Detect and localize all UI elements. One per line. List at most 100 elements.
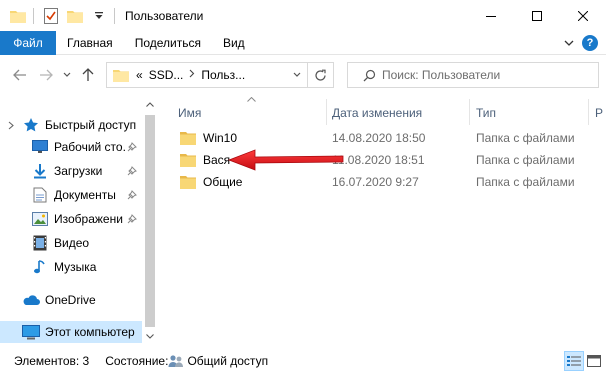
file-name-cell: Win10 [180, 127, 237, 149]
column-divider[interactable] [326, 99, 327, 125]
nav-item-label: Загрузки [54, 164, 103, 178]
search-box[interactable] [347, 62, 599, 88]
music-icon [31, 258, 49, 276]
maximize-button[interactable] [514, 0, 560, 31]
folder-icon[interactable] [7, 5, 29, 27]
file-type: Папка с файлами [476, 131, 575, 145]
table-row[interactable]: Win10 14.08.2020 18:50 Папка с файлами [164, 127, 606, 149]
up-button[interactable] [76, 62, 100, 88]
pin-icon[interactable] [126, 141, 138, 153]
status-state: Состояние: Общий доступ [105, 354, 268, 368]
toolbar-divider [33, 7, 34, 24]
column-divider[interactable] [588, 99, 589, 125]
nav-item-music[interactable]: Музыка [31, 256, 96, 278]
column-header-name[interactable]: Имя [178, 103, 201, 123]
folder-icon [180, 154, 196, 167]
tab-view[interactable]: Вид [212, 31, 256, 55]
scroll-down-icon[interactable] [142, 329, 158, 343]
nav-item-desktop[interactable]: Рабочий сто. [31, 136, 126, 158]
video-icon [31, 234, 49, 252]
state-value: Общий доступ [187, 354, 269, 368]
nav-item-label: Рабочий сто. [54, 140, 126, 154]
recent-locations-button[interactable] [60, 62, 74, 88]
state-label: Состояние: [105, 354, 169, 368]
nav-item-label: Быстрый доступ [45, 118, 137, 132]
search-input[interactable] [382, 68, 582, 82]
documents-icon [31, 186, 49, 204]
file-date: 11.08.2020 18:51 [332, 153, 425, 167]
back-button[interactable] [8, 62, 32, 88]
expand-ribbon-button[interactable] [560, 31, 578, 55]
nav-item-documents[interactable]: Документы [31, 184, 116, 206]
navigation-pane: Быстрый доступ Рабочий сто. Загрузки Док… [0, 95, 157, 345]
address-bar[interactable]: « SSD... Польз... [106, 62, 334, 88]
column-header-type[interactable]: Тип [476, 103, 496, 123]
download-icon [31, 162, 49, 180]
nav-item-label: OneDrive [45, 293, 96, 307]
customize-toolbar-icon[interactable] [88, 5, 110, 27]
scroll-thumb[interactable] [145, 115, 155, 327]
status-bar: Элементов: 3 Состояние: Общий доступ [0, 348, 606, 374]
nav-item-label: Документы [54, 188, 116, 202]
pin-icon[interactable] [126, 213, 138, 225]
navigation-bar: « SSD... Польз... [0, 55, 606, 95]
breadcrumb-segment[interactable]: SSD... [149, 68, 184, 82]
desktop-icon [31, 138, 49, 156]
refresh-button[interactable] [307, 63, 333, 87]
forward-button[interactable] [34, 62, 58, 88]
table-row[interactable]: Вася 11.08.2020 18:51 Папка с файлами [164, 149, 606, 171]
nav-item-downloads[interactable]: Загрузки [31, 160, 102, 182]
address-dropdown-button[interactable] [287, 63, 307, 87]
star-icon [22, 116, 40, 134]
table-row[interactable]: Общие 16.07.2020 9:27 Папка с файлами [164, 171, 606, 193]
nav-item-videos[interactable]: Видео [31, 232, 89, 254]
pin-icon[interactable] [126, 189, 138, 201]
file-name-cell: Общие [180, 171, 242, 193]
tab-share[interactable]: Поделиться [124, 31, 212, 55]
column-header-date[interactable]: Дата изменения [332, 103, 422, 123]
title-bar: Пользователи [0, 0, 606, 31]
column-divider[interactable] [469, 99, 470, 125]
sort-ascending-icon [246, 95, 256, 103]
column-header-size[interactable]: Р [595, 103, 603, 123]
folder-icon [113, 68, 129, 82]
toolbar-divider [114, 7, 115, 24]
scroll-up-icon[interactable] [142, 97, 158, 111]
chevron-down-icon[interactable] [4, 121, 18, 130]
folder-icon [180, 132, 196, 145]
details-view-button[interactable] [564, 351, 584, 371]
breadcrumb-overflow[interactable]: « [136, 68, 143, 82]
cloud-icon [22, 291, 40, 309]
chevron-right-icon[interactable] [189, 69, 195, 81]
window-title: Пользователи [125, 8, 204, 23]
search-icon [356, 63, 382, 87]
help-button[interactable]: ? [582, 35, 598, 51]
folder-icon [180, 176, 196, 189]
nav-item-pictures[interactable]: Изображени [31, 208, 123, 230]
close-button[interactable] [560, 0, 606, 31]
file-date: 16.07.2020 9:27 [332, 175, 419, 189]
nav-item-label: Изображени [54, 212, 123, 226]
properties-icon[interactable] [40, 5, 62, 27]
pictures-icon [31, 210, 49, 228]
ribbon-tabs: Файл Главная Поделиться Вид ? [0, 30, 606, 55]
nav-item-quick-access[interactable]: Быстрый доступ [4, 114, 136, 136]
large-icons-view-button[interactable] [584, 351, 604, 371]
tab-file[interactable]: Файл [0, 30, 56, 55]
nav-pane-scrollbar[interactable] [142, 95, 158, 345]
file-name: Общие [203, 175, 243, 189]
quick-access-toolbar [7, 5, 121, 27]
file-type: Папка с файлами [476, 175, 575, 189]
new-folder-icon[interactable] [64, 5, 86, 27]
minimize-button[interactable] [468, 0, 514, 31]
nav-item-this-pc[interactable]: Этот компьютер [0, 321, 142, 343]
tab-home[interactable]: Главная [56, 31, 124, 55]
window-controls [468, 0, 606, 31]
file-type: Папка с файлами [476, 153, 575, 167]
computer-icon [22, 323, 40, 341]
nav-item-onedrive[interactable]: OneDrive [22, 289, 96, 311]
file-name-cell: Вася [180, 149, 230, 171]
pin-icon[interactable] [126, 165, 138, 177]
file-date: 14.08.2020 18:50 [332, 131, 426, 145]
breadcrumb-segment[interactable]: Польз... [201, 68, 245, 82]
